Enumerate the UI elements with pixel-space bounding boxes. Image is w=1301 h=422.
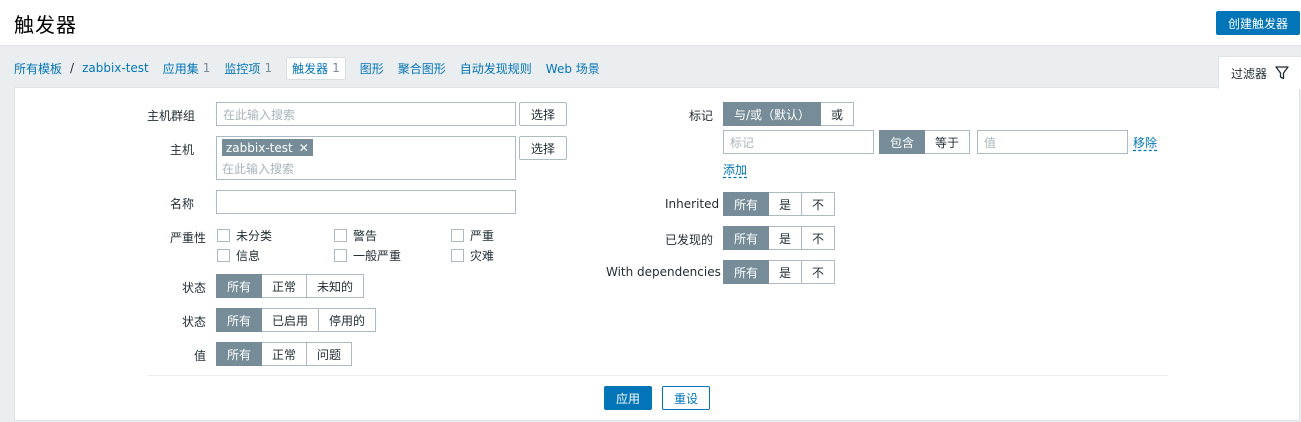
filter-tab-label: 过滤器 xyxy=(1230,66,1267,81)
tab-screens[interactable]: 聚合图形 xyxy=(398,60,446,77)
tags-label: 标记 xyxy=(689,109,714,123)
status-segmented: 所有 已启用 停用的 xyxy=(216,308,377,332)
host-label: 主机 xyxy=(170,143,195,157)
create-trigger-button[interactable]: 创建触发器 xyxy=(1216,11,1300,35)
state-all[interactable]: 所有 xyxy=(216,274,263,298)
tag-operator-segmented: 包含 等于 xyxy=(879,130,971,154)
state-normal[interactable]: 正常 xyxy=(262,274,308,298)
dependencies-yes[interactable]: 是 xyxy=(769,260,803,284)
discovered-segmented: 所有 是 不 xyxy=(723,226,836,250)
checkbox[interactable] xyxy=(217,249,230,262)
severity-label: 严重性 xyxy=(170,231,207,245)
host-group-select-button[interactable]: 选择 xyxy=(519,102,567,126)
inherited-label: Inherited xyxy=(665,197,720,211)
checkbox[interactable] xyxy=(451,249,464,262)
apply-button[interactable]: 应用 xyxy=(604,386,652,410)
tag-operator-equals[interactable]: 等于 xyxy=(925,130,971,154)
status-disabled[interactable]: 停用的 xyxy=(319,308,377,332)
value-all[interactable]: 所有 xyxy=(216,342,263,366)
tag-operator-contains[interactable]: 包含 xyxy=(879,130,926,154)
checkbox[interactable] xyxy=(334,249,347,262)
inherited-yes[interactable]: 是 xyxy=(769,192,803,216)
template-link[interactable]: zabbix-test xyxy=(82,61,149,75)
tags-eval-or[interactable]: 或 xyxy=(821,102,855,126)
severity-average[interactable]: 一般严重 xyxy=(334,247,401,264)
severity-information[interactable]: 信息 xyxy=(217,247,260,264)
filter-divider xyxy=(148,375,1168,376)
status-all[interactable]: 所有 xyxy=(216,308,263,332)
host-input-placeholder: 在此输入搜索 xyxy=(222,162,295,176)
host-select-button[interactable]: 选择 xyxy=(519,136,567,160)
tab-discovery-rules[interactable]: 自动发现规则 xyxy=(460,60,532,77)
tag-add-link[interactable]: 添加 xyxy=(723,161,747,178)
inherited-no[interactable]: 不 xyxy=(802,192,836,216)
tab-graphs[interactable]: 图形 xyxy=(360,60,384,77)
value-ok[interactable]: 正常 xyxy=(262,342,308,366)
tags-eval-segmented: 与/或（默认） 或 xyxy=(723,102,855,126)
severity-warning[interactable]: 警告 xyxy=(334,227,377,244)
dependencies-label: With dependencies xyxy=(606,265,721,279)
discovered-label: 已发现的 xyxy=(665,233,714,247)
status-label: 状态 xyxy=(182,315,207,329)
value-label: 值 xyxy=(194,349,207,363)
reset-button[interactable]: 重设 xyxy=(662,386,710,410)
discovered-no[interactable]: 不 xyxy=(802,226,836,250)
host-group-label: 主机群组 xyxy=(147,109,196,123)
checkbox[interactable] xyxy=(451,229,464,242)
severity-high[interactable]: 严重 xyxy=(451,227,494,244)
dependencies-segmented: 所有 是 不 xyxy=(723,260,836,284)
value-segmented: 所有 正常 问题 xyxy=(216,342,353,366)
host-input[interactable]: zabbix-test ✕ 在此输入搜索 xyxy=(216,136,516,180)
host-group-input[interactable]: 在此输入搜索 xyxy=(216,102,516,126)
page-title: 触发器 xyxy=(14,13,77,37)
tab-triggers[interactable]: 触发器 1 xyxy=(286,56,346,80)
remove-tag-icon[interactable]: ✕ xyxy=(299,141,309,155)
tab-web-scenarios[interactable]: Web 场景 xyxy=(546,60,600,77)
host-tag: zabbix-test ✕ xyxy=(222,139,313,156)
state-unknown[interactable]: 未知的 xyxy=(307,274,365,298)
value-problem[interactable]: 问题 xyxy=(307,342,353,366)
tab-items[interactable]: 监控项 1 xyxy=(224,60,272,77)
tag-value-input[interactable]: 值 xyxy=(977,130,1128,154)
tab-applications[interactable]: 应用集 1 xyxy=(163,60,211,77)
inherited-segmented: 所有 是 不 xyxy=(723,192,836,216)
all-templates-link[interactable]: 所有模板 xyxy=(14,60,62,77)
page-header: 触发器 创建触发器 xyxy=(0,0,1301,46)
filter-panel: 主机群组 在此输入搜索 选择 主机 zabbix-test ✕ 在此输入搜索 选择… xyxy=(14,87,1300,421)
discovered-yes[interactable]: 是 xyxy=(769,226,803,250)
funnel-icon xyxy=(1275,66,1289,80)
status-enabled[interactable]: 已启用 xyxy=(262,308,320,332)
state-segmented: 所有 正常 未知的 xyxy=(216,274,365,298)
state-label: 状态 xyxy=(182,281,207,295)
name-input[interactable] xyxy=(216,190,516,214)
filter-tab[interactable]: 过滤器 xyxy=(1218,56,1301,89)
tag-remove-link[interactable]: 移除 xyxy=(1133,134,1157,151)
severity-disaster[interactable]: 灾难 xyxy=(451,247,494,264)
breadcrumb-separator: / xyxy=(70,61,75,75)
template-navigation: 所有模板 / zabbix-test 应用集 1 监控项 1 触发器 1 图形 聚合图… xyxy=(14,56,614,80)
tags-eval-and-or[interactable]: 与/或（默认） xyxy=(723,102,822,126)
tag-name-input[interactable]: 标记 xyxy=(723,130,874,154)
checkbox[interactable] xyxy=(334,229,347,242)
dependencies-no[interactable]: 不 xyxy=(802,260,836,284)
discovered-all[interactable]: 所有 xyxy=(723,226,770,250)
inherited-all[interactable]: 所有 xyxy=(723,192,770,216)
checkbox[interactable] xyxy=(217,229,230,242)
dependencies-all[interactable]: 所有 xyxy=(723,260,770,284)
name-label: 名称 xyxy=(170,197,195,211)
severity-not-classified[interactable]: 未分类 xyxy=(217,227,272,244)
